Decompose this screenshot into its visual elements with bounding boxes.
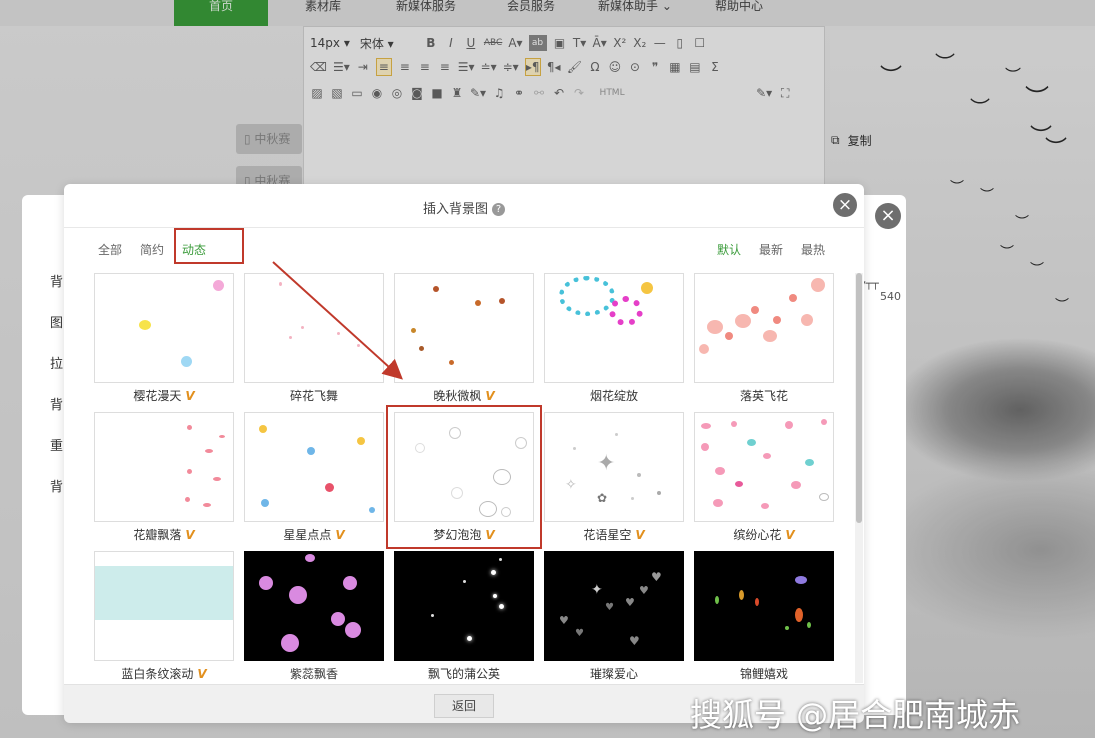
annotation-arrow <box>272 261 403 380</box>
watermark-text: 搜狐号 @居合肥南城赤 <box>690 696 1021 734</box>
